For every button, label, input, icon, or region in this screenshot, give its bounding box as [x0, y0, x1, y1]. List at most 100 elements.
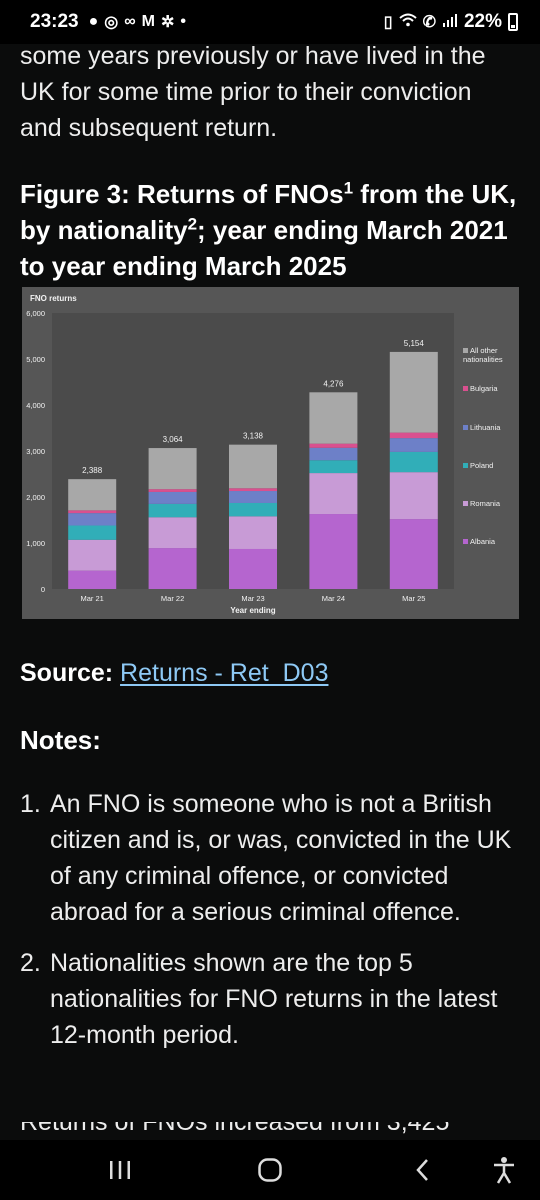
note-text: Nationalities shown are the top 5 nation…	[50, 949, 498, 1049]
home-button[interactable]	[240, 1140, 300, 1200]
y-tick-label: 6,000	[26, 309, 45, 318]
bar-segment-all-other-nationalities	[229, 444, 277, 489]
legend-label: Albania	[470, 537, 496, 546]
accessibility-icon	[494, 1157, 514, 1184]
bar-segment-poland	[229, 502, 277, 517]
note-item: 1. An FNO is someone who is not a British…	[20, 786, 525, 930]
bar-segment-all-other-nationalities	[389, 351, 438, 433]
legend-swatch	[463, 348, 468, 353]
y-tick-label: 0	[41, 585, 45, 594]
bar-total-label: 3,138	[243, 432, 264, 441]
y-axis-label: FNO returns	[30, 294, 77, 303]
x-tick-label: Mar 23	[241, 594, 264, 603]
bar-segment-all-other-nationalities	[309, 392, 358, 444]
bar-segment-romania	[389, 472, 438, 520]
battery-saver-icon: ▯	[383, 14, 393, 31]
recent-apps-icon	[110, 1161, 130, 1179]
bar-segment-all-other-nationalities	[68, 479, 117, 511]
note-number: 1.	[20, 790, 41, 818]
x-tick-label: Mar 25	[402, 594, 425, 603]
legend-label: Poland	[470, 461, 493, 470]
bar-segment-albania	[148, 548, 197, 589]
x-tick-label: Mar 21	[81, 594, 104, 603]
accessibility-button[interactable]	[474, 1140, 534, 1200]
signal-icon	[442, 13, 458, 32]
chart-container: FNO returns 0 1,000 2,000 3,000 4,000 5,000 6,0…	[22, 287, 519, 619]
bar-segment-albania	[68, 570, 117, 589]
recent-apps-button[interactable]	[90, 1140, 150, 1200]
bar-segment-romania	[229, 516, 277, 549]
status-bar: 23:23 ● ◎ ∞ M ✲ • ▯ ✆ 22%	[0, 0, 540, 44]
legend-swatch	[463, 463, 468, 468]
footnote-ref-1: 1	[343, 178, 354, 198]
more-notifications-dot-icon: •	[180, 13, 186, 30]
messenger-icon: ◎	[104, 14, 119, 31]
figure-title-part1: Figure 3: Returns of FNOs	[20, 179, 344, 209]
wifi-calling-icon: ✆	[422, 14, 436, 31]
butterfly-icon: ✲	[160, 14, 175, 31]
y-tick-label: 3,000	[26, 447, 45, 456]
source-line: Source: Returns - Ret_D03	[20, 655, 328, 691]
battery-percentage: 22%	[463, 11, 502, 32]
battery-icon	[508, 13, 518, 31]
legend-swatch	[463, 539, 468, 544]
back-button[interactable]	[392, 1140, 452, 1200]
legend-swatch	[463, 386, 468, 391]
notification-icons: ● ◎ ∞ M ✲ •	[89, 12, 186, 32]
x-tick-label: Mar 22	[161, 594, 184, 603]
bar-segment-bulgaria	[229, 488, 277, 492]
partially-visible-paragraph: Returns of FNOs increased from 3,425	[20, 1122, 450, 1136]
bar-segment-lithuania	[309, 447, 358, 461]
bar-segment-poland	[148, 503, 197, 518]
bar-total-label: 3,064	[163, 435, 184, 444]
bar-segment-albania	[309, 514, 358, 589]
notes-list: 1. An FNO is someone who is not a British…	[20, 786, 525, 1068]
x-axis-label: Year ending	[230, 606, 275, 615]
notes-heading: Notes:	[20, 725, 101, 755]
home-icon	[258, 1158, 282, 1182]
y-tick-label: 2,000	[26, 493, 45, 502]
footnote-ref-2: 2	[187, 214, 198, 234]
status-time: 23:23	[30, 11, 79, 32]
bar-total-label: 4,276	[323, 379, 344, 388]
bar-total-label: 5,154	[404, 339, 425, 348]
bar-segment-romania	[68, 539, 117, 571]
legend-label: All other nationalities	[463, 346, 503, 364]
y-tick-label: 4,000	[26, 401, 45, 410]
bar-segment-poland	[309, 460, 358, 474]
bar-segment-poland	[68, 525, 117, 540]
source-label: Source:	[20, 659, 114, 687]
bar-segment-lithuania	[148, 491, 197, 504]
source-link[interactable]: Returns - Ret_D03	[120, 659, 328, 687]
bar-total-label: 2,388	[82, 466, 103, 475]
bar-segment-romania	[309, 473, 358, 515]
note-item: 2. Nationalities shown are the top 5 nati…	[20, 945, 525, 1053]
navigation-bar	[0, 1140, 540, 1200]
intro-paragraph: some years previously or have lived in t…	[20, 42, 486, 142]
wifi-icon	[398, 13, 417, 32]
bar-segment-albania	[229, 548, 277, 589]
app-notification-icon: ●	[88, 13, 99, 30]
legend-swatch	[463, 425, 468, 430]
system-icons: ▯ ✆ 22%	[384, 11, 518, 33]
bar-segment-all-other-nationalities	[148, 448, 197, 490]
bar-segment-bulgaria	[148, 489, 197, 492]
bar-segment-lithuania	[389, 438, 438, 452]
note-text: An FNO is someone who is not a British c…	[50, 790, 512, 926]
figure-title: Figure 3: Returns of FNOs1 from the UK, …	[20, 176, 520, 284]
x-tick-label: Mar 24	[322, 594, 345, 603]
bar-segment-poland	[389, 451, 438, 473]
bar-segment-romania	[148, 517, 197, 549]
legend-swatch	[463, 501, 468, 506]
back-icon	[416, 1159, 428, 1181]
bar-segment-lithuania	[68, 513, 117, 526]
note-number: 2.	[20, 949, 41, 977]
voicemail-icon: ∞	[124, 13, 136, 30]
stacked-bar-chart: FNO returns 0 1,000 2,000 3,000 4,000 5,000 6,0…	[26, 294, 503, 615]
bar-segment-bulgaria	[389, 432, 438, 439]
bar-segment-bulgaria	[68, 510, 117, 514]
article-content[interactable]: some years previously or have lived in t…	[0, 0, 540, 1140]
bar-segment-albania	[389, 519, 438, 589]
legend-label: Romania	[470, 499, 501, 508]
legend-label: Bulgaria	[470, 384, 498, 393]
